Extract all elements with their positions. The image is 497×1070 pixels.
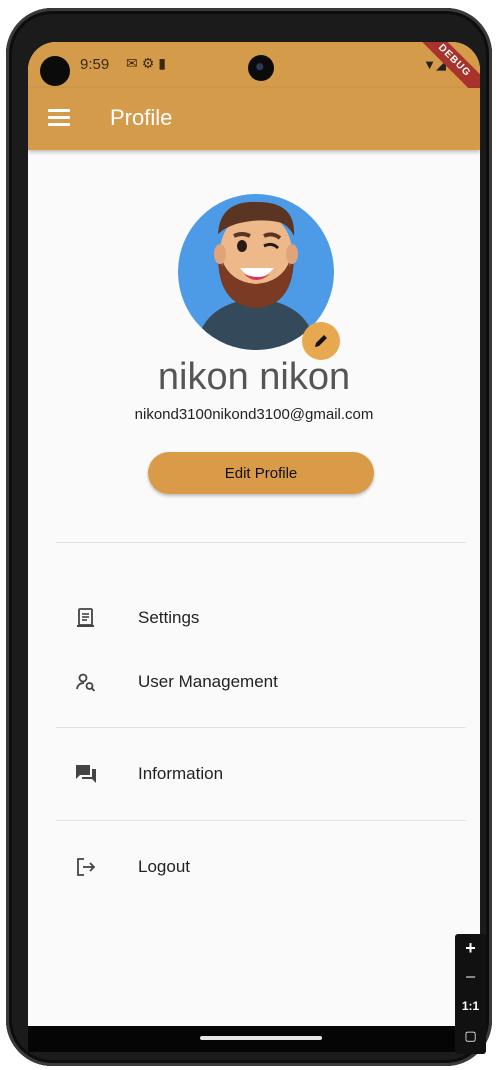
hamburger-menu-icon[interactable] <box>48 109 70 127</box>
home-gesture-bar[interactable] <box>200 1036 322 1040</box>
zoom-reset-button[interactable]: 1:1 <box>455 992 486 1021</box>
sd-card-icon: ▮ <box>158 55 171 71</box>
avatar-container <box>178 170 340 360</box>
menu-item-settings[interactable]: Settings <box>28 594 480 642</box>
zoom-out-button[interactable]: − <box>455 963 486 992</box>
status-bar: 9:59 ✉⚙▮ ▼◢ DEBUG <box>28 42 480 110</box>
menu-item-label: Information <box>138 764 224 783</box>
zoom-in-button[interactable]: + <box>455 934 486 963</box>
divider <box>56 542 466 543</box>
logout-icon <box>77 858 96 876</box>
settings-icon: ⚙ <box>141 55 159 71</box>
app-bar: Profile <box>28 88 480 150</box>
pencil-icon <box>315 335 327 347</box>
menu-item-user-management[interactable]: User Management <box>28 658 480 706</box>
divider <box>56 727 466 728</box>
camera-punch-hole <box>248 55 274 81</box>
edit-avatar-button[interactable] <box>302 322 340 360</box>
menu-item-label: Settings <box>138 608 200 627</box>
emulator-zoom-controls: + − 1:1 ▢ <box>455 934 486 1054</box>
profile-email: nikond3100nikond3100@gmail.com <box>134 406 374 423</box>
settings-document-icon <box>77 608 94 627</box>
profile-name: nikon nikon <box>157 356 351 398</box>
wifi-icon: ▼ <box>423 57 436 72</box>
screen: 9:59 ✉⚙▮ ▼◢ DEBUG Profile nikon nikon ni… <box>28 42 480 1052</box>
device-frame: 9:59 ✉⚙▮ ▼◢ DEBUG Profile nikon nikon ni… <box>6 8 492 1066</box>
page-title: Profile <box>110 105 173 130</box>
menu-item-label: Logout <box>138 857 190 876</box>
navigation-bar <box>28 1026 480 1052</box>
chat-bubbles-icon <box>76 765 96 783</box>
gmail-icon: ✉ <box>126 55 142 71</box>
front-camera-left <box>40 56 70 86</box>
divider <box>56 820 466 821</box>
menu-item-label: User Management <box>138 672 278 691</box>
status-time: 9:59 <box>80 56 110 73</box>
status-notification-icons: ✉⚙▮ <box>126 55 170 72</box>
fit-screen-icon[interactable]: ▢ <box>455 1021 486 1050</box>
menu-item-information[interactable]: Information <box>28 750 480 798</box>
edit-profile-button[interactable]: Edit Profile <box>148 452 374 494</box>
user-search-icon <box>76 673 96 692</box>
menu-item-logout[interactable]: Logout <box>28 843 480 891</box>
